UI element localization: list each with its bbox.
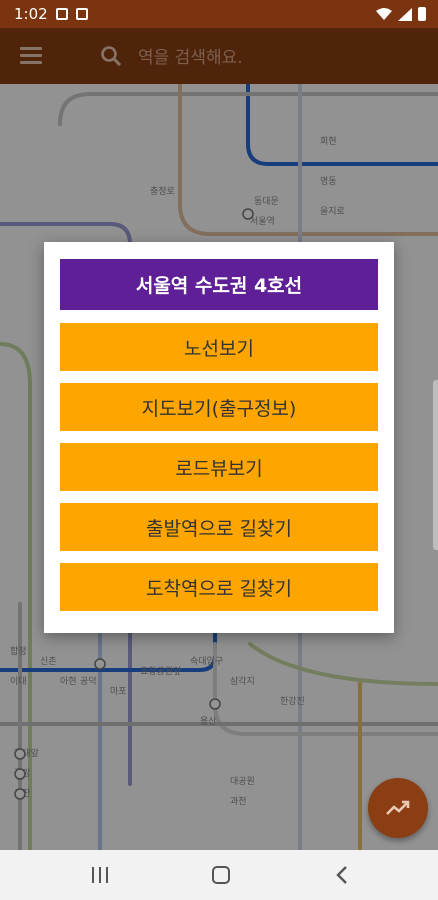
view-map-exit-button[interactable]: 지도보기(출구정보) [60,383,378,431]
signal-icon [398,7,412,21]
dialog-title: 서울역 수도권 4호선 [60,259,378,310]
wifi-icon [376,8,392,20]
status-bar: 1:02 [0,0,438,28]
recent-apps-icon[interactable] [87,863,113,887]
mail-icon [75,8,88,20]
system-nav-bar [0,850,438,900]
battery-icon [418,7,426,21]
side-drawer-handle[interactable] [433,380,438,550]
route-from-station-button[interactable]: 출발역으로 길찾기 [60,503,378,551]
view-line-button[interactable]: 노선보기 [60,323,378,371]
trending-icon [386,800,410,815]
station-menu-dialog: 서울역 수도권 4호선 노선보기 지도보기(출구정보) 로드뷰보기 출발역으로 … [44,242,394,633]
image-icon [55,8,68,20]
back-icon[interactable] [330,863,356,887]
road-view-button[interactable]: 로드뷰보기 [60,443,378,491]
home-icon[interactable] [208,863,234,887]
status-time: 1:02 [14,5,48,23]
trending-fab-button[interactable] [368,778,428,838]
route-to-station-button[interactable]: 도착역으로 길찾기 [60,563,378,611]
